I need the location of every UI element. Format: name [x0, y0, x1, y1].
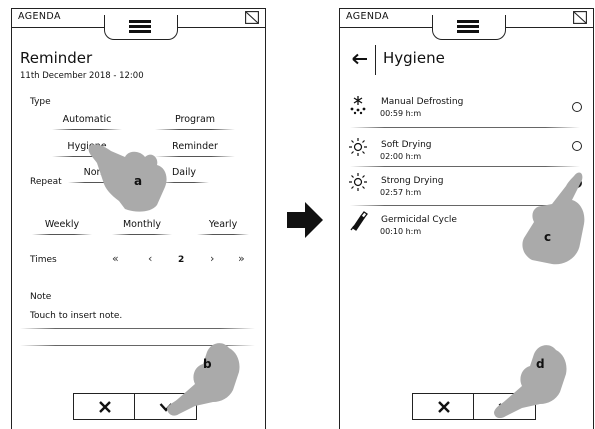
callout-label: d	[536, 357, 545, 371]
next-icon[interactable]: ›	[210, 252, 214, 265]
cancel-button[interactable]	[74, 394, 135, 419]
hand-pointer-icon	[494, 345, 567, 418]
last-icon[interactable]: »	[238, 252, 245, 265]
note-input[interactable]: Touch to insert note.	[30, 311, 122, 321]
hamburger-icon	[457, 20, 479, 35]
repeat-label: Repeat	[30, 177, 62, 187]
program-duration: 00:10 h:m	[380, 227, 422, 236]
reminder-date: 11th December 2018 - 12:00	[20, 71, 144, 81]
menu-button[interactable]	[104, 15, 178, 40]
app-title: AGENDA	[18, 11, 61, 22]
type-option-program[interactable]: Program	[155, 112, 235, 130]
program-duration: 00:59 h:m	[380, 109, 422, 118]
repeat-option-monthly[interactable]: Monthly	[112, 217, 172, 235]
menu-button[interactable]	[432, 15, 506, 40]
program-name: Manual Defrosting	[381, 97, 464, 107]
hand-pointer-icon	[167, 343, 240, 416]
callout-label: c	[544, 230, 552, 244]
defrost-icon	[350, 96, 366, 115]
times-label: Times	[30, 255, 57, 265]
transition-arrow-icon	[287, 202, 323, 238]
program-radio[interactable]	[572, 102, 582, 112]
close-icon	[98, 400, 111, 413]
callout-label: a	[134, 174, 143, 188]
times-value: 2	[178, 255, 185, 265]
back-arrow-icon[interactable]	[352, 53, 368, 65]
type-option-automatic[interactable]: Automatic	[52, 112, 122, 130]
program-radio[interactable]	[572, 141, 582, 151]
divider	[350, 166, 580, 167]
page-title: Hygiene	[383, 49, 445, 67]
divider	[350, 127, 580, 128]
germicidal-icon	[350, 211, 368, 231]
strong-drying-icon	[349, 173, 367, 191]
cancel-button[interactable]	[413, 394, 474, 419]
callout-label: b	[203, 357, 212, 371]
hamburger-icon	[129, 20, 151, 35]
app-title: AGENDA	[346, 11, 389, 22]
type-label: Type	[30, 97, 51, 107]
previous-icon[interactable]: ‹	[148, 252, 152, 265]
divider	[20, 328, 255, 329]
page-title: Reminder	[20, 49, 93, 67]
program-duration: 02:00 h:m	[380, 152, 422, 161]
hand-pointer-icon	[88, 144, 167, 212]
no-signal-icon	[573, 11, 587, 24]
no-signal-icon	[245, 11, 259, 24]
note-label: Note	[30, 292, 52, 302]
close-icon	[437, 400, 450, 413]
hand-pointer-icon	[522, 172, 585, 265]
program-name: Strong Drying	[381, 176, 444, 186]
soft-drying-icon	[349, 138, 367, 156]
divider	[375, 45, 377, 75]
program-name: Soft Drying	[381, 140, 432, 150]
program-name: Germicidal Cycle	[381, 215, 457, 225]
first-icon[interactable]: «	[112, 252, 119, 265]
repeat-option-weekly[interactable]: Weekly	[32, 217, 92, 235]
repeat-option-yearly[interactable]: Yearly	[197, 217, 249, 235]
program-duration: 02:57 h:m	[380, 188, 422, 197]
